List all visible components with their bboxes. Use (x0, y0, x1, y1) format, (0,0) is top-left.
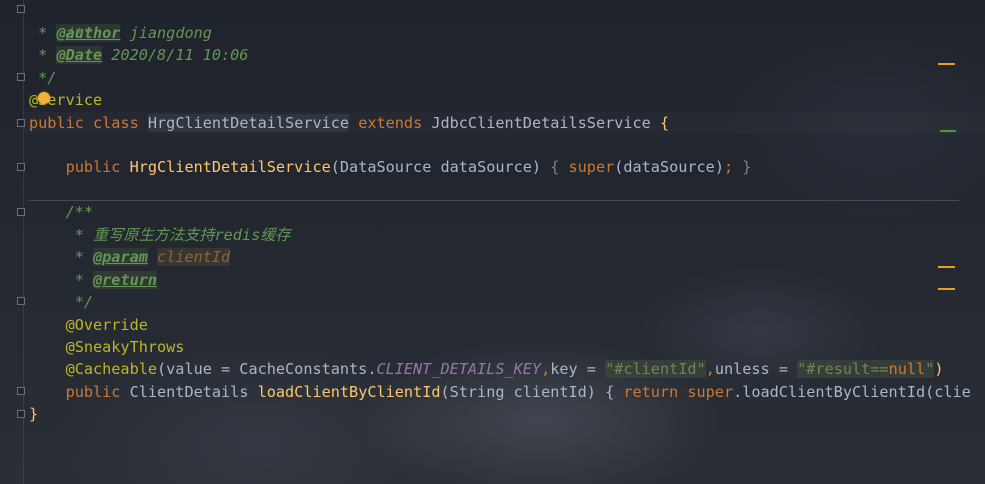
comment-text: * (29, 271, 94, 289)
doc-tag: @return (93, 271, 158, 289)
fold-marker-icon[interactable] (17, 163, 25, 171)
keyword: public (29, 114, 84, 132)
method-name: loadClientByClientId (257, 383, 441, 401)
doc-tag: @author (56, 24, 121, 42)
annotation-args: key = (550, 360, 606, 378)
keyword: public (29, 383, 130, 401)
comma: , (541, 360, 551, 378)
keyword: super (568, 158, 615, 176)
change-marker[interactable] (940, 130, 956, 132)
null-keyword: null (888, 360, 926, 378)
lightbulb-icon[interactable] (38, 92, 50, 104)
string-literal: "#clientId" (605, 360, 706, 378)
code-line: public HrgClientDetailService(DataSource… (29, 156, 752, 178)
fold-marker-icon[interactable] (17, 73, 25, 81)
parameters: (DataSource dataSource) (330, 158, 551, 176)
cacheable-annotation: @Cacheable (29, 360, 158, 378)
method-separator (29, 200, 959, 201)
comment-text (148, 248, 157, 266)
warning-marker[interactable] (938, 63, 955, 65)
paren: ) (934, 360, 944, 378)
code-line: * @return (29, 269, 158, 291)
keyword: class (83, 114, 148, 132)
class-name: HrgClientDetailService (147, 114, 350, 132)
constant-name: CLIENT_DETAILS_KEY (376, 360, 542, 378)
override-annotation: @Override (29, 316, 148, 334)
warning-marker[interactable] (938, 266, 955, 268)
code-line: @Cacheable(value = CacheConstants.CLIENT… (29, 358, 943, 380)
fold-marker-icon[interactable] (17, 297, 25, 305)
fold-marker-icon[interactable] (17, 387, 25, 395)
fold-marker-icon[interactable] (17, 410, 25, 418)
comma: , (705, 360, 715, 378)
folded-brace[interactable]: { (550, 158, 568, 176)
code-line: */ (29, 291, 93, 313)
comment-text: * (29, 24, 57, 42)
annotation-args: unless = (714, 360, 798, 378)
superclass-name: JdbcClientDetailsService (431, 114, 660, 132)
code-line: /** (29, 201, 93, 223)
method-call: .loadClientByClientId(clie (733, 383, 971, 401)
doc-comment-end: */ (29, 69, 57, 87)
brace: } (29, 405, 39, 423)
doc-comment-start: /** (29, 203, 94, 221)
doc-comment-end: */ (29, 293, 94, 311)
call-args: (dataSource) (614, 158, 724, 176)
code-line: @Override (29, 314, 148, 336)
code-line: * @author jiangdong (29, 22, 212, 44)
param-name: clientId (157, 248, 231, 266)
constructor-name: HrgClientDetailService (129, 158, 331, 176)
doc-tag: @param (93, 248, 148, 266)
brace: { (659, 114, 670, 132)
fold-marker-icon[interactable] (17, 5, 25, 13)
return-type: ClientDetails (129, 383, 258, 401)
string-literal: "#result== (797, 360, 889, 378)
doc-tag: @Date (56, 46, 103, 64)
annotation-args: (value = CacheConstants. (157, 360, 377, 378)
comment-text: 2020/8/11 10:06 (102, 46, 249, 64)
code-line: * @Date 2020/8/11 10:06 (29, 44, 248, 66)
code-line: @SneakyThrows (29, 336, 185, 358)
keyword: public (29, 158, 130, 176)
code-line: * @param clientId (29, 246, 231, 268)
string-literal: " (925, 360, 935, 378)
code-line: /** (29, 0, 93, 42)
code-line: public ClientDetails loadClientByClientI… (29, 381, 971, 403)
code-line: public class HrgClientDetailService exte… (29, 112, 669, 134)
code-line: } (29, 403, 38, 425)
keyword: return (623, 383, 688, 401)
warning-marker[interactable] (938, 288, 955, 290)
sneakythrows-annotation: @SneakyThrows (29, 338, 185, 356)
comment-text: * (29, 248, 94, 266)
fold-marker-icon[interactable] (17, 208, 25, 216)
folded-brace[interactable]: } (742, 158, 751, 176)
comment-text: * 重写原生方法支持redis缓存 (29, 226, 291, 244)
keyword: extends (349, 114, 432, 132)
keyword: super (687, 383, 734, 401)
parameters: (String clientId) { (440, 383, 624, 401)
editor-gutter (0, 0, 25, 484)
code-line: * 重写原生方法支持redis缓存 (29, 224, 291, 246)
comment-text: jiangdong (120, 24, 212, 42)
semicolon: ; (723, 158, 743, 176)
code-line: */ (29, 67, 56, 89)
code-editor[interactable]: /** * @author jiangdong * @Date 2020/8/1… (0, 0, 985, 484)
comment-text: * (29, 46, 57, 64)
